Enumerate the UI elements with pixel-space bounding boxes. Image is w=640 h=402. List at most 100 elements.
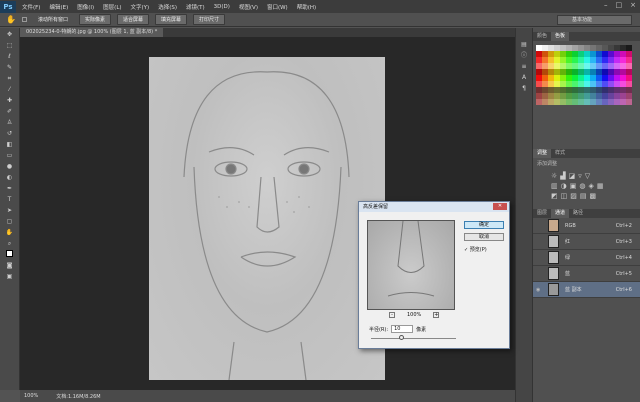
eyedropper-icon[interactable]: ⁄ xyxy=(4,85,16,94)
nose-preview-illustration xyxy=(368,221,454,309)
history-brush-icon[interactable]: ↺ xyxy=(4,129,16,138)
eraser-icon[interactable]: ◧ xyxy=(4,140,16,149)
menu-3d[interactable]: 3D(D) xyxy=(214,4,230,10)
zoom-tool-icon[interactable]: ⌕ xyxy=(4,239,16,248)
tab-channels[interactable]: 通道 xyxy=(551,209,569,218)
quick-mask-icon[interactable]: ◙ xyxy=(4,261,16,270)
radius-slider-handle[interactable] xyxy=(399,335,404,340)
crop-tool-icon[interactable]: ⌗ xyxy=(4,74,16,83)
color-panel-tabs: 颜色 色板 xyxy=(533,32,640,41)
color-swatch-icon[interactable] xyxy=(4,250,16,259)
stamp-tool-icon[interactable]: ♙ xyxy=(4,118,16,127)
channel-row[interactable]: RGBCtrl+2 xyxy=(533,218,640,234)
tab-paths[interactable]: 路径 xyxy=(569,209,587,218)
dodge-icon[interactable]: ◐ xyxy=(4,173,16,182)
workspace-select[interactable]: 基本功能 xyxy=(557,15,632,25)
document-size: 文档:1.16M/8.26M xyxy=(56,393,100,400)
brush-tool-icon[interactable]: ✐ xyxy=(4,107,16,116)
menu-image[interactable]: 图像(I) xyxy=(77,3,94,11)
tab-swatches[interactable]: 色板 xyxy=(551,32,569,41)
panel-icon-strip: ▤ ⓘ ≡ A ¶ xyxy=(515,28,532,402)
path-select-icon[interactable]: ➤ xyxy=(4,206,16,215)
blur-icon[interactable]: ● xyxy=(4,162,16,171)
swatches-grid[interactable] xyxy=(533,41,640,109)
preview-checkbox[interactable]: ✓ 预览(P) xyxy=(464,246,487,253)
adjustment-icons[interactable]: ☼▟◪▿▽▥◑▣◍◈▦◩◫▨▤▩ xyxy=(533,169,640,203)
menu-select[interactable]: 选择(S) xyxy=(158,3,177,11)
channel-name: RGB xyxy=(565,223,616,229)
preview-zoom: 100% xyxy=(407,312,421,318)
tab-color[interactable]: 颜色 xyxy=(533,32,551,41)
radius-input[interactable]: 10 xyxy=(391,325,413,333)
right-panels: 颜色 色板 调整 样式 添加调整 ☼▟◪▿▽▥◑▣◍◈▦◩◫▨▤▩ 图层 通道 … xyxy=(532,28,640,402)
character-icon[interactable]: A xyxy=(518,73,530,82)
screen-mode-icon[interactable]: ▣ xyxy=(4,272,16,281)
menu-type[interactable]: 文字(Y) xyxy=(131,3,150,11)
close-icon[interactable]: × xyxy=(630,1,636,9)
move-tool-icon[interactable]: ✥ xyxy=(4,30,16,39)
tab-adjustments[interactable]: 调整 xyxy=(533,149,551,158)
toolbox: ✥ ⬚ ℓ ✎ ⌗ ⁄ ✚ ✐ ♙ ↺ ◧ ▭ ● ◐ ✒ T ➤ ▢ ✋ ⌕ … xyxy=(0,28,20,390)
hand-tool-icon[interactable]: ✋ xyxy=(4,228,16,237)
menu-layer[interactable]: 图层(L) xyxy=(103,3,121,11)
swatch[interactable] xyxy=(626,99,632,105)
tab-layers[interactable]: 图层 xyxy=(533,209,551,218)
channel-shortcut: Ctrl+5 xyxy=(616,271,632,277)
tab-styles[interactable]: 样式 xyxy=(551,149,569,158)
zoom-in-icon[interactable]: + xyxy=(433,312,439,318)
type-tool-icon[interactable]: T xyxy=(4,195,16,204)
channel-row[interactable]: 绿Ctrl+4 xyxy=(533,250,640,266)
channel-name: 蓝 副本 xyxy=(565,286,616,293)
zoom-out-icon[interactable]: - xyxy=(389,312,395,318)
zoom-level[interactable]: 100% xyxy=(24,393,38,399)
menu-bar: Ps 文件(F) 编辑(E) 图像(I) 图层(L) 文字(Y) 选择(S) 滤… xyxy=(0,0,640,13)
radius-unit: 像素 xyxy=(416,326,426,333)
menu-window[interactable]: 窗口(W) xyxy=(267,3,288,11)
high-pass-image[interactable] xyxy=(149,57,385,380)
minimize-icon[interactable]: – xyxy=(604,1,608,9)
brush-panel-icon[interactable]: ≡ xyxy=(518,62,530,71)
channel-shortcut: Ctrl+2 xyxy=(616,223,632,229)
checkbox-icon[interactable] xyxy=(22,17,27,22)
menu-filter[interactable]: 滤镜(T) xyxy=(186,3,205,11)
actual-pixels-button[interactable]: 实际像素 xyxy=(79,14,111,25)
maximize-icon[interactable]: □ xyxy=(616,1,623,9)
print-size-button[interactable]: 打印尺寸 xyxy=(193,14,225,25)
quick-select-icon[interactable]: ✎ xyxy=(4,63,16,72)
info-icon[interactable]: ⓘ xyxy=(518,51,530,60)
menu-view[interactable]: 视图(V) xyxy=(239,3,258,11)
menu-help[interactable]: 帮助(H) xyxy=(297,3,316,11)
gradient-icon[interactable]: ▭ xyxy=(4,151,16,160)
radius-label: 半径(R): xyxy=(369,326,388,333)
scroll-all-windows[interactable]: 滚动所有窗口 xyxy=(33,15,73,24)
window-controls: – □ × xyxy=(604,1,636,9)
cancel-button[interactable]: 取消 xyxy=(464,233,504,241)
eye-icon[interactable]: ◉ xyxy=(536,287,544,293)
healing-brush-icon[interactable]: ✚ xyxy=(4,96,16,105)
document-tab[interactable]: 002025234-0-特朗的.jpg @ 100% (图层 1, 蓝 副本/8… xyxy=(20,28,163,37)
channel-thumbnail xyxy=(548,283,559,296)
channel-row-selected[interactable]: ◉蓝 副本Ctrl+6 xyxy=(533,282,640,298)
channel-name: 绿 xyxy=(565,254,616,261)
history-icon[interactable]: ▤ xyxy=(518,40,530,49)
filter-preview[interactable] xyxy=(367,220,455,310)
pen-tool-icon[interactable]: ✒ xyxy=(4,184,16,193)
face-illustration xyxy=(149,57,385,380)
channel-row[interactable]: 蓝Ctrl+5 xyxy=(533,266,640,282)
paragraph-icon[interactable]: ¶ xyxy=(518,84,530,93)
hand-tool-icon[interactable]: ✋ xyxy=(6,15,16,24)
ok-button[interactable]: 确定 xyxy=(464,221,504,229)
menu-file[interactable]: 文件(F) xyxy=(22,3,40,11)
adjust-panel-tabs: 调整 样式 xyxy=(533,149,640,158)
fit-screen-button[interactable]: 适合屏幕 xyxy=(117,14,149,25)
channel-row[interactable]: 红Ctrl+3 xyxy=(533,234,640,250)
fill-screen-button[interactable]: 填充屏幕 xyxy=(155,14,187,25)
channel-shortcut: Ctrl+3 xyxy=(616,239,632,245)
menu-edit[interactable]: 编辑(E) xyxy=(49,3,68,11)
shape-tool-icon[interactable]: ▢ xyxy=(4,217,16,226)
lasso-tool-icon[interactable]: ℓ xyxy=(4,52,16,61)
close-icon[interactable]: ✕ xyxy=(493,203,507,210)
photoshop-logo: Ps xyxy=(0,1,16,13)
radius-slider-track[interactable] xyxy=(371,338,456,339)
marquee-tool-icon[interactable]: ⬚ xyxy=(4,41,16,50)
